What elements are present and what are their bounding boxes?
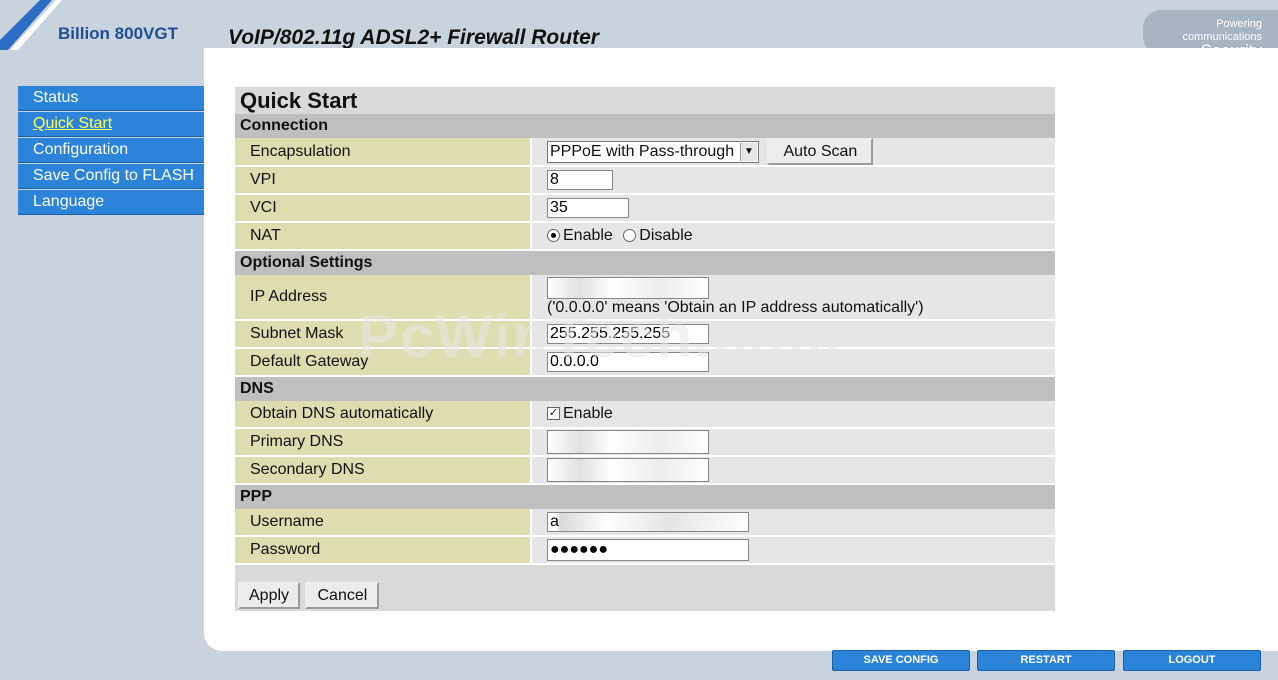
obtain-dns-option: Enable [563, 405, 613, 422]
secondary-dns-label: Secondary DNS [235, 456, 532, 485]
vci-label: VCI [235, 194, 532, 223]
nat-enable-radio[interactable] [547, 229, 560, 243]
quick-start-form: Quick Start Connection Encapsulation PPP… [235, 87, 1055, 611]
restart-button[interactable]: RESTART [977, 650, 1115, 671]
sidebar-item-configuration[interactable]: Configuration [18, 138, 204, 163]
subnet-mask-input[interactable] [547, 324, 709, 344]
vpi-label: VPI [235, 166, 532, 195]
vci-input[interactable] [547, 198, 629, 218]
username-label: Username [235, 509, 532, 537]
nat-disable-label: Disable [639, 227, 693, 244]
main-panel: Quick Start Connection Encapsulation PPP… [204, 48, 1278, 651]
password-label: Password [235, 536, 532, 565]
ip-address-label: IP Address [235, 275, 532, 321]
encapsulation-label: Encapsulation [235, 138, 532, 167]
obtain-dns-label: Obtain DNS automatically [235, 401, 532, 429]
sidebar-item-language[interactable]: Language [18, 190, 204, 215]
ip-address-input[interactable] [547, 277, 709, 299]
password-input[interactable] [547, 539, 749, 561]
page-title: Quick Start [235, 87, 1055, 114]
vpi-input[interactable] [547, 170, 613, 190]
nat-enable-label: Enable [563, 227, 613, 244]
nat-label: NAT [235, 222, 532, 251]
section-ppp: PPP [235, 484, 1055, 509]
subnet-mask-label: Subnet Mask [235, 320, 532, 349]
default-gateway-label: Default Gateway [235, 348, 532, 377]
product-title: VoIP/802.11g ADSL2+ Firewall Router [228, 26, 599, 49]
sidebar-item-status[interactable]: Status [18, 86, 204, 111]
auto-scan-button[interactable]: Auto Scan [767, 138, 874, 165]
sidebar-item-save-config[interactable]: Save Config to FLASH [18, 164, 204, 189]
cancel-button[interactable]: Cancel [305, 582, 380, 609]
section-connection: Connection [235, 114, 1055, 138]
chevron-down-icon: ▼ [740, 142, 757, 161]
brand-name: Billion 800VGT [58, 24, 178, 43]
secondary-dns-input[interactable] [547, 458, 709, 482]
ip-address-hint: ('0.0.0.0' means 'Obtain an IP address a… [547, 299, 924, 316]
primary-dns-label: Primary DNS [235, 428, 532, 457]
username-input[interactable] [547, 512, 749, 532]
obtain-dns-checkbox[interactable]: ✓ [547, 407, 560, 421]
encapsulation-select[interactable]: PPPoE with Pass-through ▼ [547, 140, 759, 163]
logout-button[interactable]: LOGOUT [1123, 650, 1261, 671]
header-bar: Billion 800VGT VoIP/802.11g ADSL2+ Firew… [0, 0, 1278, 59]
sidebar: Status Quick Start Configuration Save Co… [18, 86, 204, 216]
section-dns: DNS [235, 376, 1055, 401]
primary-dns-input[interactable] [547, 430, 709, 454]
apply-button[interactable]: Apply [238, 582, 301, 609]
save-config-button[interactable]: SAVE CONFIG [832, 650, 970, 671]
default-gateway-input[interactable] [547, 352, 709, 372]
section-optional-settings: Optional Settings [235, 250, 1055, 275]
nat-disable-radio[interactable] [623, 229, 637, 243]
sidebar-item-quick-start[interactable]: Quick Start [18, 112, 204, 137]
